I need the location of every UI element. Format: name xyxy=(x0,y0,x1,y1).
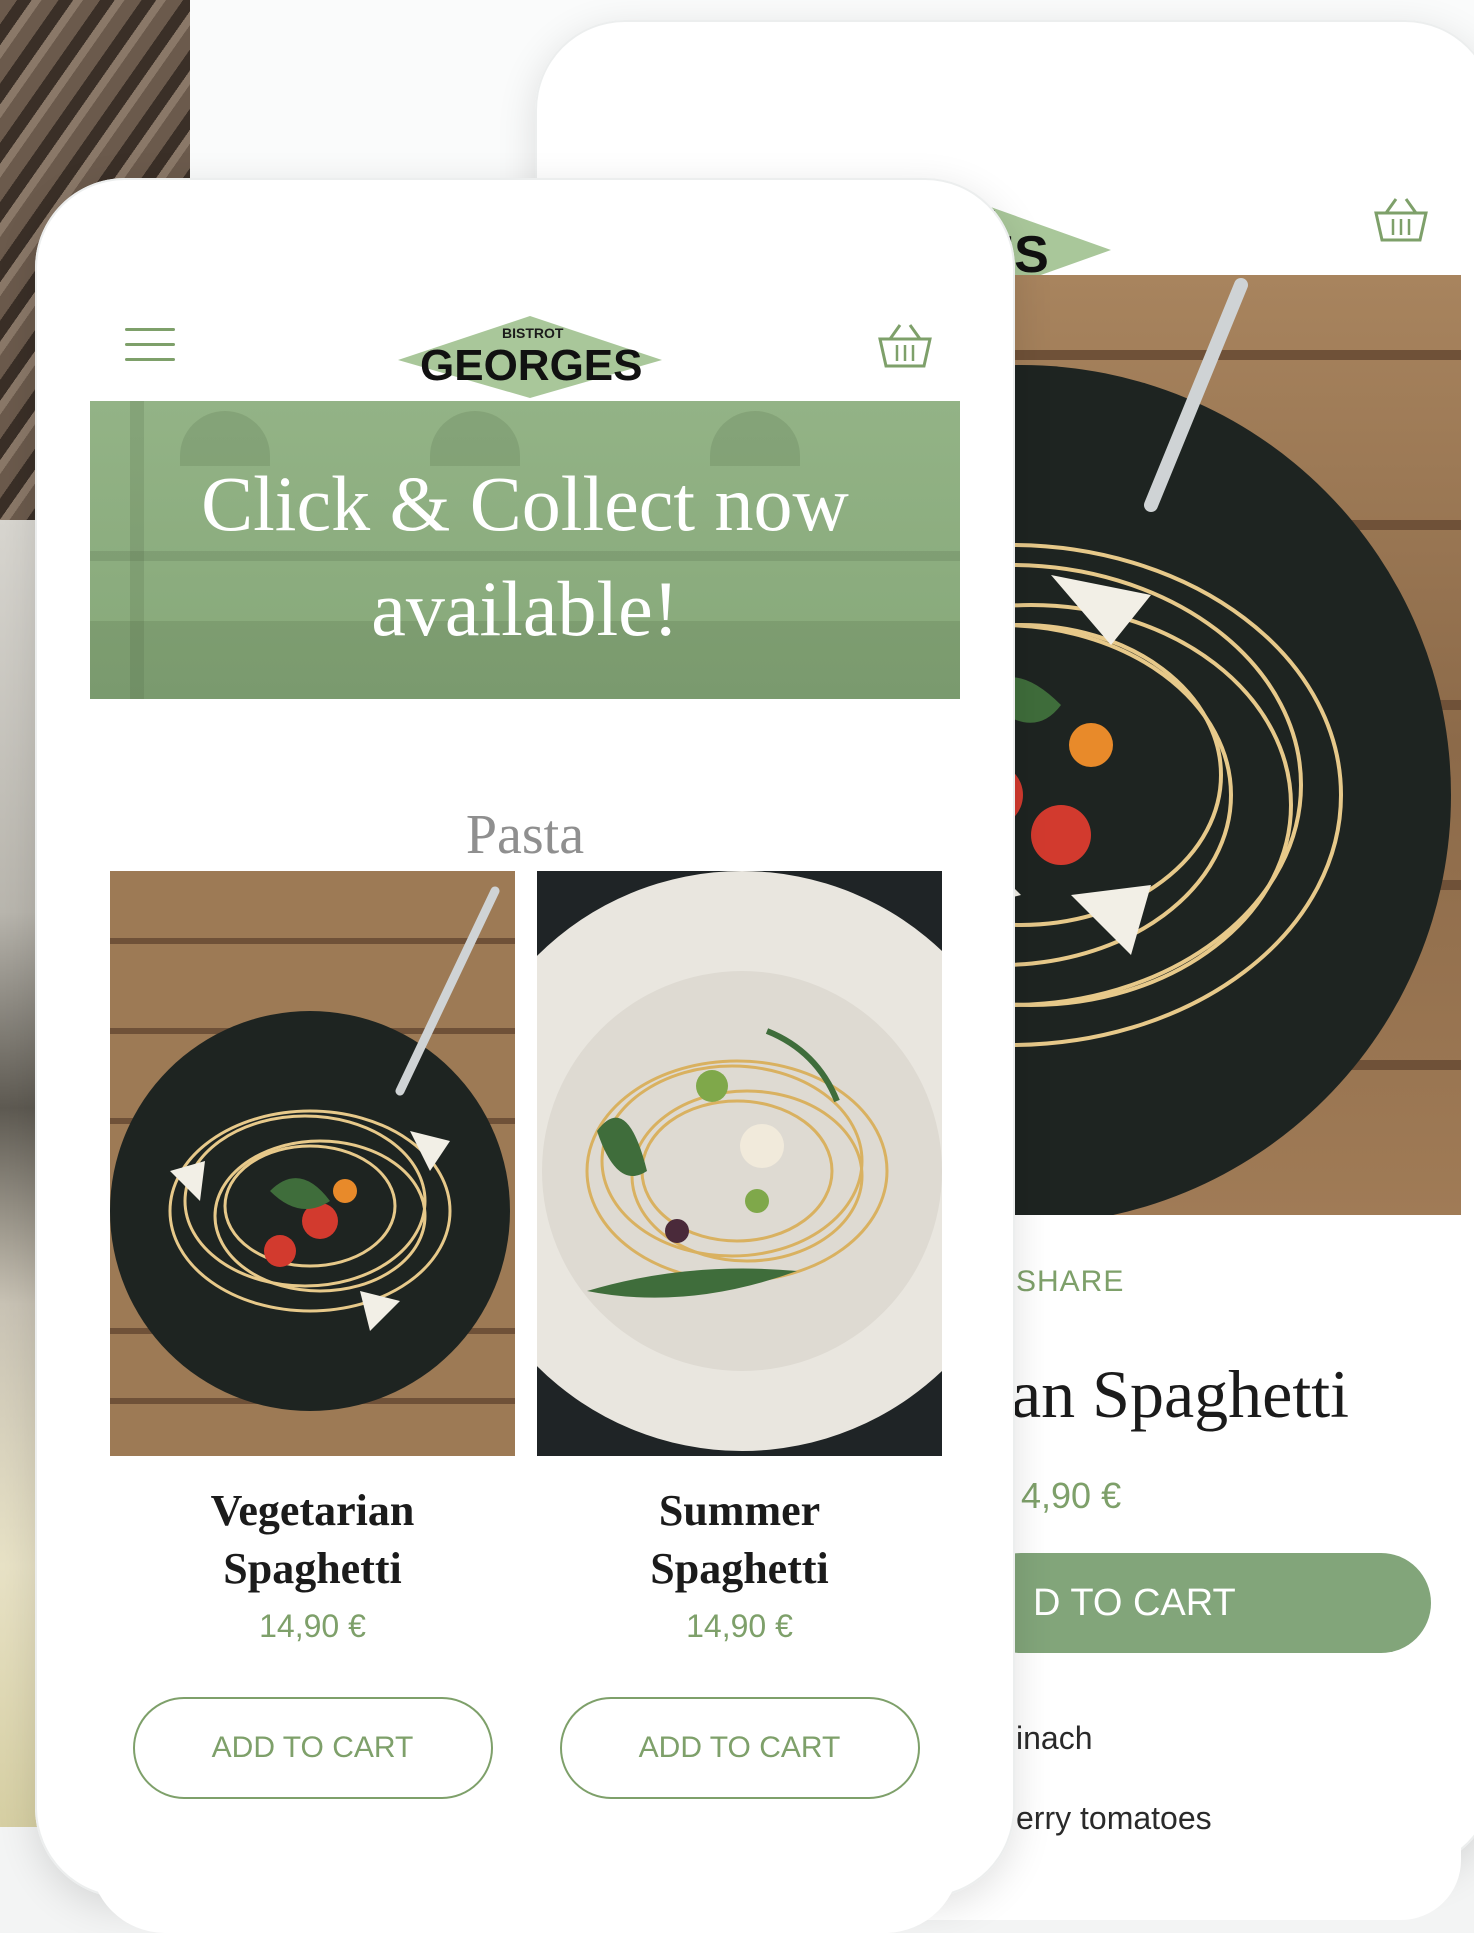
product-price: 4,90 € xyxy=(1021,1475,1122,1516)
product-name[interactable]: Summer Spaghetti xyxy=(537,1482,942,1598)
product-card[interactable]: Summer Spaghetti 14,90 € ADD TO CART xyxy=(537,871,942,1799)
hamburger-icon[interactable] xyxy=(125,328,175,362)
add-to-cart-button[interactable]: ADD TO CART xyxy=(559,1697,920,1799)
svg-text:BISTROT: BISTROT xyxy=(502,325,564,341)
front-header: BISTROT GEORGES xyxy=(90,233,960,401)
basket-icon[interactable] xyxy=(875,321,935,371)
product-price: 14,90 € xyxy=(686,1608,793,1644)
section-title: Pasta xyxy=(465,804,585,866)
product-price: 14,90 € xyxy=(259,1608,366,1644)
product-name-line: Spaghetti xyxy=(223,1544,402,1593)
click-collect-banner[interactable]: Click & Collect now available! xyxy=(90,401,960,699)
product-image[interactable] xyxy=(537,871,942,1456)
product-name-line: Summer xyxy=(658,1486,821,1535)
ingredient-item: erry tomatoes xyxy=(1016,1800,1212,1836)
add-to-cart-button[interactable]: D TO CART xyxy=(971,1553,1431,1653)
product-name-line: Vegetarian xyxy=(210,1486,415,1535)
product-name[interactable]: Vegetarian Spaghetti xyxy=(110,1482,515,1598)
phone-front: BISTROT GEORGES Click & Collect now avai… xyxy=(35,178,1015,1933)
add-to-cart-button[interactable]: ADD TO CART xyxy=(132,1697,493,1799)
product-title: an Spaghetti xyxy=(1011,1356,1350,1432)
front-screen: BISTROT GEORGES Click & Collect now avai… xyxy=(90,233,960,1933)
product-card[interactable]: Vegetarian Spaghetti 14,90 € ADD TO CART xyxy=(110,871,515,1799)
banner-line: Click & Collect now xyxy=(201,460,849,547)
product-name-line: Spaghetti xyxy=(650,1544,829,1593)
share-link[interactable]: SHARE xyxy=(1016,1265,1124,1299)
banner-line: available! xyxy=(371,565,679,652)
brand-logo[interactable]: BISTROT GEORGES xyxy=(390,308,670,398)
ingredient-item: inach xyxy=(1016,1720,1093,1756)
basket-icon[interactable] xyxy=(1371,195,1431,245)
svg-text:GEORGES: GEORGES xyxy=(420,341,643,390)
banner-text: Click & Collect now available! xyxy=(90,451,960,661)
product-image[interactable] xyxy=(110,871,515,1456)
